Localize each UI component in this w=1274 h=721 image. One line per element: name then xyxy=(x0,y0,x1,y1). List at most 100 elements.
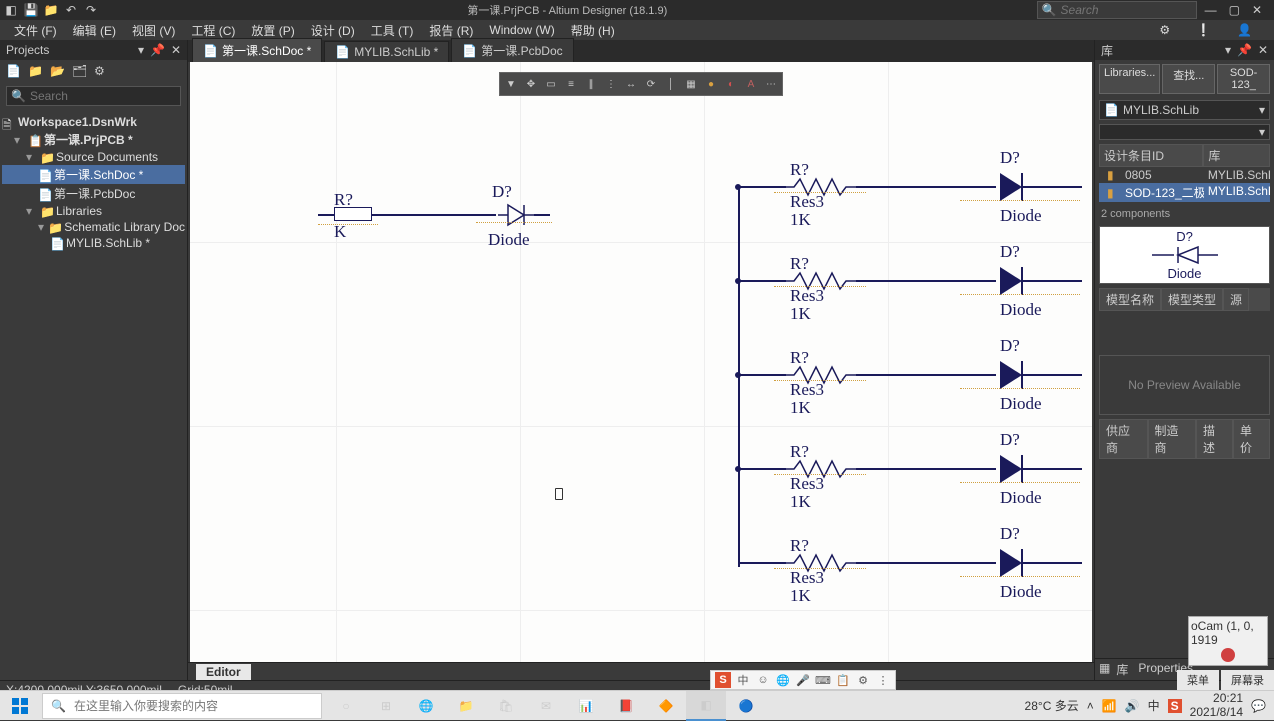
model-src-col[interactable]: 源 xyxy=(1223,288,1249,311)
grid-icon[interactable]: ▦ xyxy=(682,75,700,93)
lib-label[interactable]: 库 xyxy=(1116,661,1128,678)
resistor-comment[interactable]: Res3 xyxy=(790,286,824,306)
resistor-value[interactable]: K xyxy=(334,222,346,242)
model-name-col[interactable]: 模型名称 xyxy=(1099,288,1161,311)
sogou-tray-icon[interactable]: S xyxy=(1168,699,1182,713)
tree-mylib[interactable]: 📄 MYLIB.SchLib * xyxy=(2,235,185,251)
collapse-icon[interactable]: ▾ xyxy=(26,150,36,164)
library-filter[interactable]: ▾ xyxy=(1099,124,1270,140)
collapse-icon[interactable]: ▾ xyxy=(26,204,36,218)
start-button[interactable] xyxy=(0,691,40,721)
taskbar-search[interactable]: 🔍 在这里输入你要搜索的内容 xyxy=(42,693,322,719)
resistor-value[interactable]: 1K xyxy=(790,398,811,418)
ime-logo-icon[interactable]: S xyxy=(715,672,731,688)
resistor-designator[interactable]: R? xyxy=(334,190,353,210)
resistor-designator[interactable]: R? xyxy=(790,160,809,180)
model-type-col[interactable]: 模型类型 xyxy=(1161,288,1223,311)
app-icon[interactable]: 🔶 xyxy=(646,691,686,721)
projects-search-input[interactable] xyxy=(30,89,185,103)
collapse-icon[interactable]: ▾ xyxy=(38,220,44,234)
collapse-icon[interactable]: ▾ xyxy=(14,133,24,147)
table-row[interactable]: ▮ 0805 MYLIB.SchLib xyxy=(1099,167,1270,183)
diode-designator[interactable]: D? xyxy=(492,182,512,202)
explorer-icon[interactable]: 📁 xyxy=(446,691,486,721)
warn-icon[interactable]: ◐ xyxy=(722,75,740,93)
diode-value[interactable]: Diode xyxy=(1000,206,1042,226)
resistor-value[interactable]: 1K xyxy=(790,586,811,606)
library-combo[interactable]: 📄 MYLIB.SchLib ▾ xyxy=(1099,100,1270,120)
record-icon[interactable] xyxy=(1221,648,1235,662)
close-icon[interactable]: ✕ xyxy=(1252,3,1262,17)
network-icon[interactable]: 📶 xyxy=(1102,699,1117,713)
diode-designator[interactable]: D? xyxy=(1000,148,1020,168)
diode-designator[interactable]: D? xyxy=(1000,336,1020,356)
col-lib[interactable]: 库 xyxy=(1203,144,1270,167)
ime-mic-icon[interactable]: 🎤 xyxy=(795,672,811,688)
ime-globe-icon[interactable]: 🌐 xyxy=(775,672,791,688)
menu-view[interactable]: 视图 (V) xyxy=(124,20,183,41)
lib-icon[interactable]: ▦ xyxy=(1099,661,1110,678)
tree-project[interactable]: ▾ 📋 第一课.PrjPCB * xyxy=(2,130,185,149)
ime-more-icon[interactable]: ⋮ xyxy=(875,672,891,688)
rotate-icon[interactable]: ⟳ xyxy=(642,75,660,93)
panel-close-icon[interactable]: ✕ xyxy=(1258,43,1268,57)
titlebar-search[interactable]: 🔍 xyxy=(1037,1,1197,19)
resistor-comment[interactable]: Res3 xyxy=(790,568,824,588)
notif-icon[interactable]: ❕ xyxy=(1188,21,1219,39)
maximize-icon[interactable]: ▢ xyxy=(1229,3,1240,17)
foxit-icon[interactable]: 📕 xyxy=(606,691,646,721)
price-col[interactable]: 单价 xyxy=(1233,419,1270,459)
settings-small-icon[interactable]: ⚙ xyxy=(94,64,108,78)
align-left-icon[interactable]: ≡ xyxy=(562,75,580,93)
menu-edit[interactable]: 编辑 (E) xyxy=(65,20,124,41)
diode-symbol[interactable] xyxy=(496,202,536,228)
tree-schlib-doc[interactable]: ▾ 📁 Schematic Library Doc xyxy=(2,219,185,235)
ime-keyboard-icon[interactable]: ⌨ xyxy=(815,672,831,688)
undo-icon[interactable]: ↶ xyxy=(64,3,78,17)
store-icon[interactable]: 🛍 xyxy=(486,691,526,721)
panel-dropdown-icon[interactable]: ▾ xyxy=(1225,43,1231,57)
select-icon[interactable]: ▭ xyxy=(542,75,560,93)
resistor-value[interactable]: 1K xyxy=(790,492,811,512)
diode-designator[interactable]: D? xyxy=(1000,430,1020,450)
powerpoint-icon[interactable]: 📊 xyxy=(566,691,606,721)
menu-tools[interactable]: 工具 (T) xyxy=(363,20,422,41)
distribute-icon[interactable]: ⋮ xyxy=(602,75,620,93)
find-button[interactable]: 查找... xyxy=(1162,64,1215,94)
schematic-canvas[interactable]: ▼ ✥ ▭ ≡ ∥ ⋮ ↔ ⟳ │ ▦ ● ◐ A ⋯ xyxy=(190,62,1092,662)
panel-dropdown-icon[interactable]: ▾ xyxy=(138,43,144,57)
filter-icon[interactable]: ▼ xyxy=(502,75,520,93)
more-icon[interactable]: ⋯ xyxy=(762,75,780,93)
save-icon[interactable]: 💾 xyxy=(24,3,38,17)
align-top-icon[interactable]: ∥ xyxy=(582,75,600,93)
taskview-icon[interactable]: ⊞ xyxy=(366,691,406,721)
libraries-button[interactable]: Libraries... xyxy=(1099,64,1160,94)
resistor-comment[interactable]: Res3 xyxy=(790,474,824,494)
panel-close-icon[interactable]: ✕ xyxy=(171,43,181,57)
user-icon[interactable]: 👤 xyxy=(1229,21,1260,39)
minimize-icon[interactable]: — xyxy=(1205,3,1217,17)
diode-value[interactable]: Diode xyxy=(488,230,530,250)
table-row[interactable]: ▮ SOD-123_二极管 MYLIB.SchLib xyxy=(1099,183,1270,202)
screen-rec-tab[interactable]: 屏幕录 xyxy=(1221,670,1274,690)
titlebar-search-input[interactable] xyxy=(1061,3,1218,17)
edge-icon[interactable]: 🌐 xyxy=(406,691,446,721)
tab-schdoc[interactable]: 📄 第一课.SchDoc * xyxy=(192,38,322,62)
tree-workspace[interactable]: 🗎 Workspace1.DsnWrk xyxy=(2,114,185,130)
volume-icon[interactable]: 🔊 xyxy=(1125,699,1140,713)
ocam-overlay[interactable]: oCam (1, 0, 1919 xyxy=(1188,616,1268,666)
color-icon[interactable]: ● xyxy=(702,75,720,93)
tab-mylib[interactable]: 📄 MYLIB.SchLib * xyxy=(324,41,449,62)
resistor-comment[interactable]: Res3 xyxy=(790,380,824,400)
sod-button[interactable]: SOD-123_ xyxy=(1217,64,1270,94)
tree-src-docs[interactable]: ▾ 📁 Source Documents xyxy=(2,149,185,165)
chrome-icon[interactable]: 🔵 xyxy=(726,691,766,721)
diode-designator[interactable]: D? xyxy=(1000,524,1020,544)
panel-pin-icon[interactable]: 📌 xyxy=(1237,43,1252,57)
mail-icon[interactable]: ✉ xyxy=(526,691,566,721)
ime-lang-icon[interactable]: 中 xyxy=(735,672,751,688)
diode-value[interactable]: Diode xyxy=(1000,582,1042,602)
panel-pin-icon[interactable]: 📌 xyxy=(150,43,165,57)
resistor-designator[interactable]: R? xyxy=(790,254,809,274)
tree-libraries[interactable]: ▾ 📁 Libraries xyxy=(2,203,185,219)
